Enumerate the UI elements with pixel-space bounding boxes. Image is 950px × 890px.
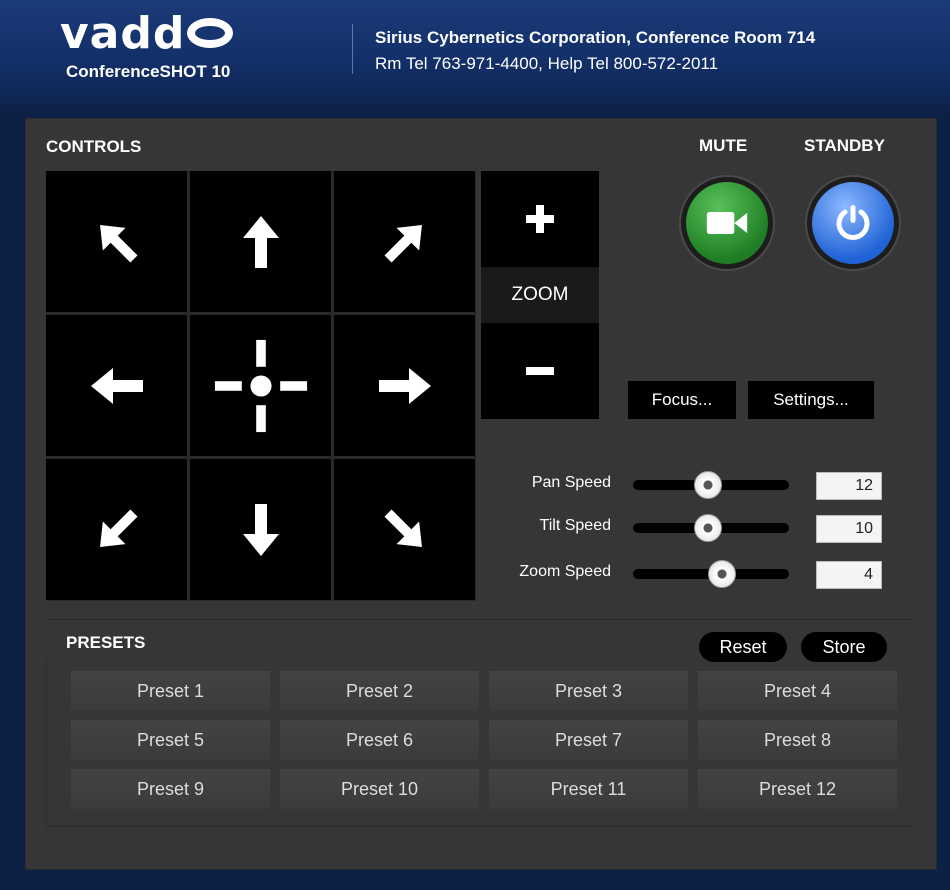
arrow-down-left-icon (99, 508, 138, 547)
pan-left-button[interactable] (46, 315, 187, 456)
zoom-speed-slider[interactable] (633, 560, 789, 588)
pan-down-left-button[interactable] (46, 459, 187, 600)
preset-button-3[interactable]: Preset 3 (489, 671, 688, 711)
zoom-out-button[interactable] (481, 323, 599, 419)
preset-button-7[interactable]: Preset 7 (489, 720, 688, 760)
pan-speed-label: Pan Speed (531, 474, 611, 491)
minus-icon (526, 367, 554, 375)
header-divider (352, 24, 353, 74)
pan-right-button[interactable] (334, 315, 475, 456)
arrow-up-icon (242, 215, 279, 268)
tilt-down-button[interactable] (190, 459, 331, 600)
preset-button-1[interactable]: Preset 1 (71, 671, 270, 711)
tilt-speed-value[interactable] (816, 515, 882, 543)
arrow-up-left-icon (99, 224, 138, 263)
arrow-left-icon (90, 367, 143, 404)
zoom-label: ZOOM (481, 267, 599, 323)
presets-divider (46, 619, 914, 620)
room-phones: Rm Tel 763-971-4400, Help Tel 800-572-20… (375, 54, 719, 73)
zoom-speed-thumb[interactable] (707, 560, 736, 588)
focus-button[interactable]: Focus... (628, 381, 736, 419)
arrow-down-icon (242, 503, 279, 556)
power-icon (836, 205, 870, 240)
preset-button-10[interactable]: Preset 10 (280, 769, 479, 809)
preset-button-8[interactable]: Preset 8 (698, 720, 897, 760)
zoom-in-button[interactable] (481, 171, 599, 267)
room-name: Sirius Cybernetics Corporation, Conferen… (375, 28, 816, 47)
pan-up-left-button[interactable] (46, 171, 187, 312)
pan-speed-slider[interactable] (633, 471, 789, 499)
arrow-down-right-icon (383, 508, 422, 547)
pan-speed-thumb[interactable] (693, 471, 722, 499)
preset-store-button[interactable]: Store (801, 632, 887, 662)
standby-button[interactable] (807, 177, 899, 269)
zoom-control: ZOOM (481, 171, 599, 419)
vaddio-logo: vadd (60, 12, 234, 56)
arrow-right-icon (378, 367, 431, 404)
zoom-speed-label: Zoom Speed (519, 563, 611, 580)
header-bar: vadd ConferenceSHOT 10 Sirius Cybernetic… (0, 0, 950, 105)
preset-button-9[interactable]: Preset 9 (71, 769, 270, 809)
settings-button[interactable]: Settings... (748, 381, 874, 419)
pan-speed-value[interactable] (816, 472, 882, 500)
pan-up-right-button[interactable] (334, 171, 475, 312)
preset-button-6[interactable]: Preset 6 (280, 720, 479, 760)
preset-button-12[interactable]: Preset 12 (698, 769, 897, 809)
home-button[interactable] (190, 315, 331, 456)
preset-button-4[interactable]: Preset 4 (698, 671, 897, 711)
pan-down-right-button[interactable] (334, 459, 475, 600)
preset-button-5[interactable]: Preset 5 (71, 720, 270, 760)
tilt-speed-thumb[interactable] (693, 514, 722, 542)
presets-title: PRESETS (66, 633, 146, 652)
video-camera-icon (706, 212, 748, 234)
tilt-speed-label: Tilt Speed (539, 517, 611, 534)
zoom-speed-value[interactable] (816, 561, 882, 589)
mute-label: MUTE (699, 136, 748, 155)
ptz-pad (46, 171, 476, 601)
mute-button[interactable] (681, 177, 773, 269)
preset-button-2[interactable]: Preset 2 (280, 671, 479, 711)
plus-icon (526, 205, 554, 233)
preset-reset-button[interactable]: Reset (699, 632, 787, 662)
arrow-up-right-icon (383, 224, 422, 263)
standby-label: STANDBY (804, 136, 885, 155)
preset-grid: Preset 1 Preset 2 Preset 3 Preset 4 Preset 5… (71, 671, 897, 809)
camera-model: ConferenceSHOT 10 (66, 62, 231, 81)
preset-button-11[interactable]: Preset 11 (489, 769, 688, 809)
control-panel: CONTROLS MUTE STANDBY ZOOM Focus... Sett… (25, 118, 937, 870)
controls-title: CONTROLS (46, 137, 142, 156)
tilt-speed-slider[interactable] (633, 514, 789, 542)
home-crosshair-icon (214, 339, 307, 432)
tilt-up-button[interactable] (190, 171, 331, 312)
logo-o-mark (187, 18, 234, 48)
